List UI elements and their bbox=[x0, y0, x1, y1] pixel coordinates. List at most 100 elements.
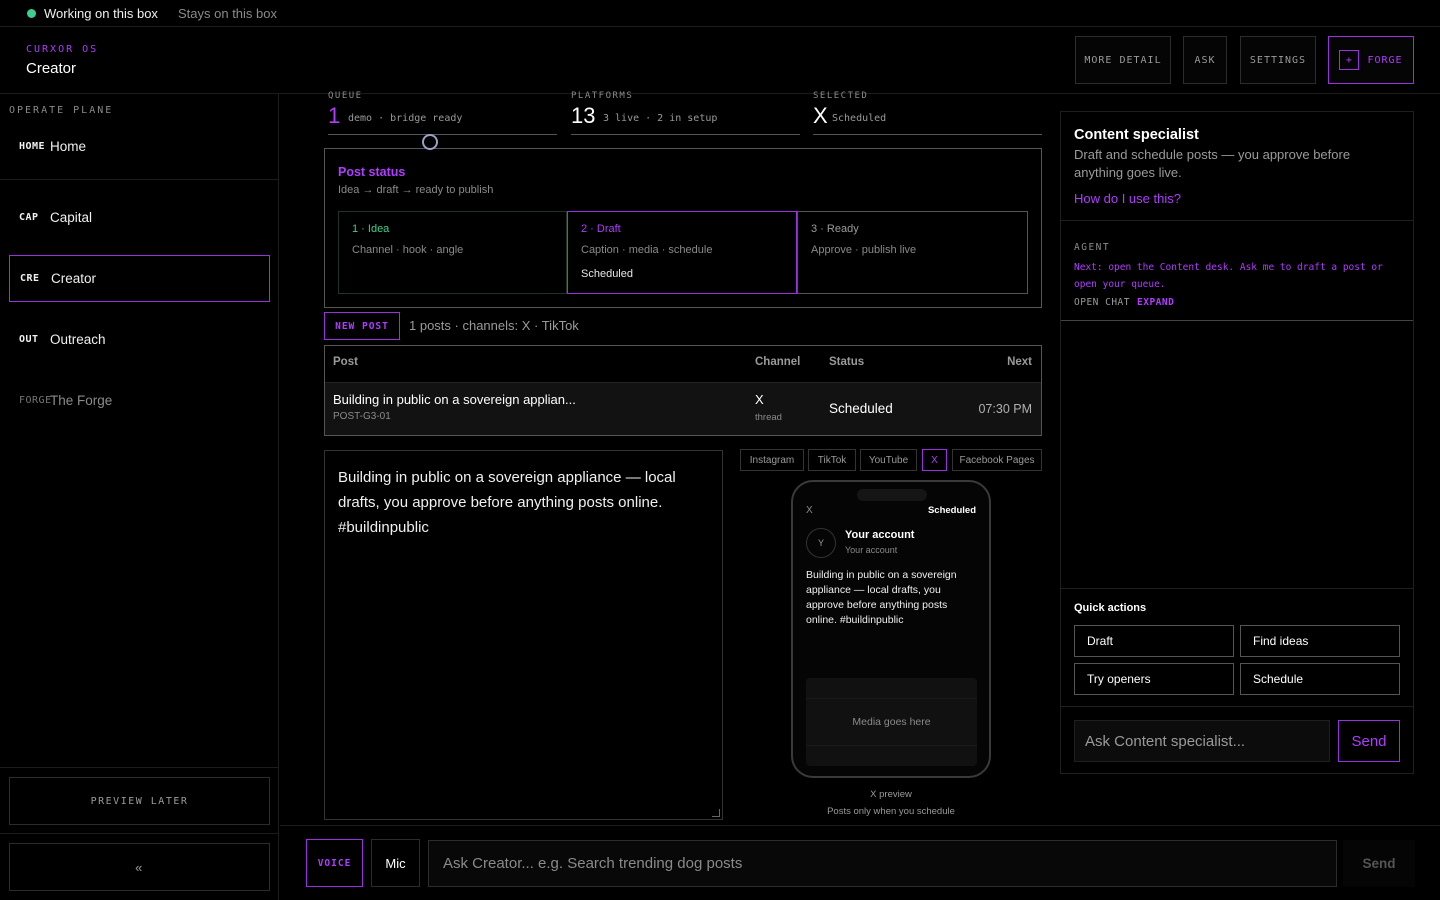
sidebar-divider bbox=[0, 833, 279, 834]
post-text: Building in public on a sovereign applia… bbox=[338, 469, 676, 536]
sidebar-item-the-forge[interactable]: FORGE The Forge bbox=[9, 377, 270, 424]
tab-x[interactable]: X bbox=[922, 449, 947, 471]
status-bar: Working on this box Stays on this box bbox=[0, 0, 1440, 27]
status-working-text: Working on this box bbox=[44, 6, 158, 21]
tab-facebook-pages[interactable]: Facebook Pages bbox=[952, 449, 1042, 471]
preview-account-name: Your account bbox=[845, 529, 915, 541]
metric-sub: demo · bridge ready bbox=[348, 113, 463, 124]
sidebar-section-label: OPERATE PLANE bbox=[9, 105, 114, 116]
metric-label: PLATFORMS bbox=[571, 91, 634, 101]
preview-post-body: Building in public on a sovereign applia… bbox=[806, 569, 957, 626]
post-status-panel: Post status Idea → draft → ready to publ… bbox=[324, 148, 1042, 308]
quick-action-try-openers[interactable]: Try openers bbox=[1074, 663, 1234, 695]
metric-value: 1 bbox=[328, 103, 341, 128]
column-header-post: Post bbox=[333, 356, 358, 368]
assistant-chat-input[interactable] bbox=[1074, 720, 1330, 762]
sidebar-item-home[interactable]: HOME Home bbox=[9, 123, 270, 170]
agent-label: AGENT bbox=[1074, 242, 1111, 253]
sidebar-item-creator[interactable]: CRE Creator bbox=[9, 255, 270, 302]
collapse-sidebar-button[interactable]: « bbox=[9, 843, 270, 891]
status-stays-text: Stays on this box bbox=[178, 6, 277, 21]
stage-ready[interactable]: 3 · Ready Approve · publish live bbox=[797, 211, 1028, 294]
settings-button[interactable]: SETTINGS bbox=[1240, 36, 1316, 84]
sidebar-item-label: Capital bbox=[50, 210, 93, 225]
open-chat-button[interactable]: OPEN CHAT bbox=[1074, 297, 1130, 308]
stage-desc: Caption · media · schedule bbox=[581, 244, 713, 256]
post-text-editor[interactable]: Building in public on a sovereign applia… bbox=[324, 450, 723, 820]
quick-action-schedule[interactable]: Schedule bbox=[1240, 663, 1400, 695]
forge-button-label: FORGE bbox=[1367, 54, 1403, 66]
tab-youtube[interactable]: YouTube bbox=[860, 449, 917, 471]
tab-tiktok[interactable]: TikTok bbox=[808, 449, 856, 471]
posts-summary: 1 posts · channels: X · TikTok bbox=[409, 318, 579, 333]
post-channel-type: thread bbox=[755, 412, 782, 423]
sidebar-item-label: Creator bbox=[51, 271, 97, 286]
stage-idea[interactable]: 1 · Idea Channel · hook · angle bbox=[338, 211, 567, 294]
sidebar-item-outreach[interactable]: OUT Outreach bbox=[9, 316, 270, 363]
metric-sub: Scheduled bbox=[832, 113, 887, 124]
metric-value: X bbox=[813, 103, 828, 128]
preview-account-handle: Your account bbox=[845, 545, 898, 555]
preview-media-placeholder: Media goes here bbox=[806, 678, 977, 766]
posts-table: Post Channel Status Next Building in pub… bbox=[324, 345, 1042, 436]
agent-message: Next: open the Content desk. Ask me to d… bbox=[1074, 262, 1383, 290]
column-header-status: Status bbox=[829, 356, 865, 368]
metric-sub: 3 live · 2 in setup bbox=[603, 113, 718, 124]
sidebar: OPERATE PLANE HOME Home CAP Capital CRE … bbox=[0, 94, 279, 900]
assistant-panel: Content specialist Draft and schedule po… bbox=[1060, 111, 1414, 774]
avatar: Y bbox=[806, 528, 836, 558]
panel-divider bbox=[1061, 220, 1413, 221]
sidebar-item-label: Outreach bbox=[50, 332, 106, 347]
metric-value: 13 bbox=[571, 103, 596, 128]
sidebar-item-capital[interactable]: CAP Capital bbox=[9, 194, 270, 241]
phone-preview: X Scheduled Y Your account Your account … bbox=[791, 480, 991, 778]
command-send-button[interactable]: Send bbox=[1343, 840, 1415, 887]
post-next-cell: 07:30 PM bbox=[978, 402, 1032, 416]
sidebar-item-abbr: HOME bbox=[19, 141, 46, 152]
table-row[interactable]: Building in public on a sovereign applia… bbox=[325, 383, 1041, 435]
mic-button[interactable]: Mic bbox=[371, 839, 420, 887]
new-post-button[interactable]: NEW POST bbox=[324, 312, 400, 340]
post-status-cell: Scheduled bbox=[829, 401, 893, 416]
more-detail-button[interactable]: MORE DETAIL bbox=[1075, 36, 1171, 84]
brand-os-label: CURXOR OS bbox=[26, 44, 99, 55]
preview-network: X bbox=[806, 505, 813, 516]
app-header: CURXOR OS Creator MORE DETAIL ASK SETTIN… bbox=[0, 27, 1440, 94]
metric-label: QUEUE bbox=[328, 91, 363, 101]
sidebar-item-abbr: CAP bbox=[19, 212, 39, 223]
creator-command-input[interactable] bbox=[428, 840, 1337, 887]
ask-button[interactable]: ASK bbox=[1183, 36, 1227, 84]
preview-label: X preview bbox=[870, 789, 912, 800]
chat-area bbox=[1061, 320, 1413, 588]
stage-desc: Approve · publish live bbox=[811, 244, 917, 256]
voice-button[interactable]: VOICE bbox=[306, 839, 363, 887]
stage-draft[interactable]: 2 · Draft Caption · media · schedule Sch… bbox=[567, 211, 797, 294]
stage-title: 2 · Draft bbox=[581, 223, 621, 235]
expand-button[interactable]: EXPAND bbox=[1137, 297, 1174, 308]
metric-queue: QUEUE 1 demo · bridge ready bbox=[328, 91, 557, 135]
assistant-send-button[interactable]: Send bbox=[1338, 720, 1400, 762]
page-title: Creator bbox=[26, 60, 77, 77]
sidebar-item-label: The Forge bbox=[50, 393, 113, 408]
column-header-next: Next bbox=[1007, 356, 1032, 368]
phone-notch bbox=[857, 489, 927, 501]
cursor-icon bbox=[422, 134, 438, 150]
quick-actions-label: Quick actions bbox=[1074, 602, 1147, 614]
metric-platforms: PLATFORMS 13 3 live · 2 in setup bbox=[571, 91, 800, 135]
metric-selected: SELECTED X Scheduled bbox=[813, 91, 1042, 135]
post-id-cell: POST-G3-01 bbox=[333, 411, 391, 422]
forge-button[interactable]: + FORGE bbox=[1328, 36, 1414, 84]
stage-title: 3 · Ready bbox=[811, 223, 859, 235]
help-link[interactable]: How do I use this? bbox=[1074, 191, 1181, 206]
resize-handle-icon[interactable] bbox=[712, 809, 720, 817]
quick-action-find-ideas[interactable]: Find ideas bbox=[1240, 625, 1400, 657]
tab-instagram[interactable]: Instagram bbox=[740, 449, 804, 471]
preview-note: Posts only when you schedule bbox=[827, 806, 955, 817]
command-bar: VOICE Mic Send bbox=[280, 825, 1440, 900]
preview-later-button[interactable]: PREVIEW LATER bbox=[9, 777, 270, 825]
assistant-title: Content specialist bbox=[1074, 127, 1199, 143]
stage-title: 1 · Idea bbox=[352, 223, 390, 235]
sidebar-divider bbox=[0, 179, 279, 180]
quick-action-draft[interactable]: Draft bbox=[1074, 625, 1234, 657]
sidebar-item-abbr: CRE bbox=[20, 273, 40, 284]
